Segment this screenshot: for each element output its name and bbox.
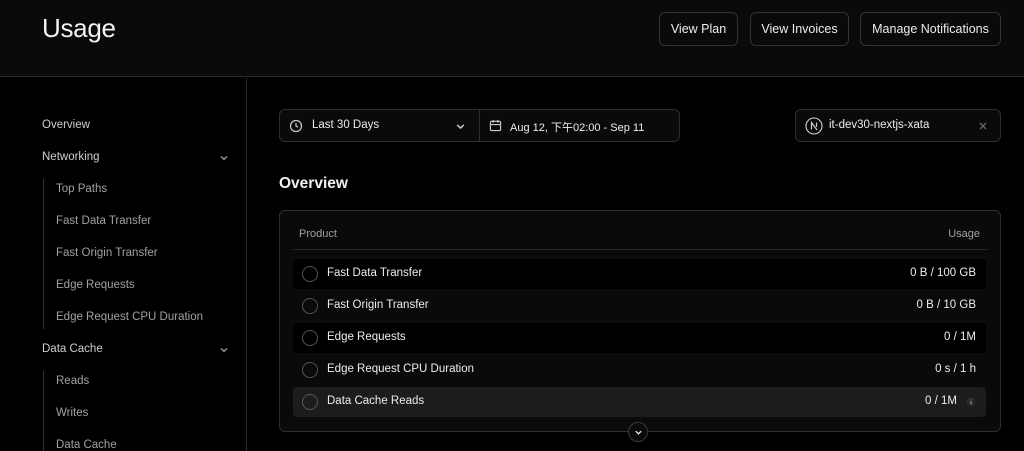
row-usage: 0 B / 100 GB	[910, 267, 976, 279]
manage-notifications-button[interactable]: Manage Notifications	[860, 12, 1001, 46]
chevron-down-icon[interactable]	[219, 345, 229, 355]
column-header-product: Product	[299, 228, 337, 240]
sidebar-item-edge-requests[interactable]: Edge Requests	[56, 279, 135, 291]
radio-button[interactable]	[302, 266, 318, 282]
table-row[interactable]: Fast Data Transfer 0 B / 100 GB	[293, 259, 986, 289]
main-content: Last 30 Days Aug 12, 下午02:00 - Sep 11 it…	[248, 78, 1024, 451]
sidebar-guide-line	[43, 179, 44, 329]
nextjs-icon	[805, 117, 823, 135]
clock-icon	[289, 119, 303, 133]
sidebar-item-fast-data-transfer[interactable]: Fast Data Transfer	[56, 215, 151, 227]
project-filter[interactable]: it-dev30-nextjs-xata	[795, 109, 1001, 142]
date-range-picker: Last 30 Days Aug 12, 下午02:00 - Sep 11	[279, 109, 680, 142]
sidebar-item-top-paths[interactable]: Top Paths	[56, 183, 107, 195]
row-product: Fast Origin Transfer	[327, 299, 429, 311]
row-product: Edge Request CPU Duration	[327, 363, 475, 375]
sidebar-item-reads[interactable]: Reads	[56, 375, 89, 387]
sidebar-item-writes[interactable]: Writes	[56, 407, 88, 419]
info-icon[interactable]	[966, 397, 976, 407]
page-title: Usage	[42, 13, 116, 43]
sidebar-item-networking[interactable]: Networking	[42, 151, 100, 163]
chevron-down-icon[interactable]	[455, 121, 466, 132]
sidebar-item-data-cache[interactable]: Data Cache	[42, 343, 103, 355]
date-range-value[interactable]: Aug 12, 下午02:00 - Sep 11	[510, 119, 644, 135]
page-header: Usage View Plan View Invoices Manage Not…	[0, 0, 1024, 77]
calendar-icon	[489, 119, 502, 132]
row-usage: 0 B / 10 GB	[916, 299, 976, 311]
header-divider	[293, 249, 988, 250]
project-filter-label: it-dev30-nextjs-xata	[829, 119, 930, 131]
expand-table-button[interactable]	[628, 422, 648, 442]
table-row[interactable]: Edge Request CPU Duration 0 s / 1 h	[293, 355, 986, 385]
view-invoices-button[interactable]: View Invoices	[750, 12, 849, 46]
row-product: Fast Data Transfer	[327, 267, 423, 279]
picker-divider	[479, 110, 480, 141]
overview-heading: Overview	[279, 175, 348, 192]
column-header-usage: Usage	[948, 228, 980, 240]
radio-button[interactable]	[302, 298, 318, 314]
sidebar: Overview Networking Top Paths Fast Data …	[0, 78, 247, 451]
close-icon[interactable]	[978, 121, 988, 131]
radio-button[interactable]	[302, 362, 318, 378]
row-product: Data Cache Reads	[327, 395, 425, 407]
sidebar-item-fast-origin-transfer[interactable]: Fast Origin Transfer	[56, 247, 158, 259]
view-plan-button[interactable]: View Plan	[659, 12, 738, 46]
table-row[interactable]: Edge Requests 0 / 1M	[293, 323, 986, 353]
sidebar-guide-line	[43, 371, 44, 451]
usage-table: Product Usage Fast Data Transfer 0 B / 1…	[279, 210, 1001, 432]
table-row[interactable]: Data Cache Reads 0 / 1M	[293, 387, 986, 417]
row-usage: 0 / 1M	[944, 331, 976, 343]
chevron-down-icon[interactable]	[219, 153, 229, 163]
row-product: Edge Requests	[327, 331, 406, 343]
table-row[interactable]: Fast Origin Transfer 0 B / 10 GB	[293, 291, 986, 321]
range-select-label[interactable]: Last 30 Days	[312, 119, 379, 131]
radio-button[interactable]	[302, 330, 318, 346]
row-usage: 0 s / 1 h	[935, 363, 976, 375]
radio-button[interactable]	[302, 394, 318, 410]
sidebar-item-overview[interactable]: Overview	[42, 119, 90, 131]
sidebar-item-edge-request-cpu-duration[interactable]: Edge Request CPU Duration	[56, 311, 203, 323]
chevron-down-icon	[635, 430, 642, 435]
sidebar-item-data-cache-sub[interactable]: Data Cache	[56, 439, 117, 451]
row-usage: 0 / 1M	[925, 395, 957, 407]
